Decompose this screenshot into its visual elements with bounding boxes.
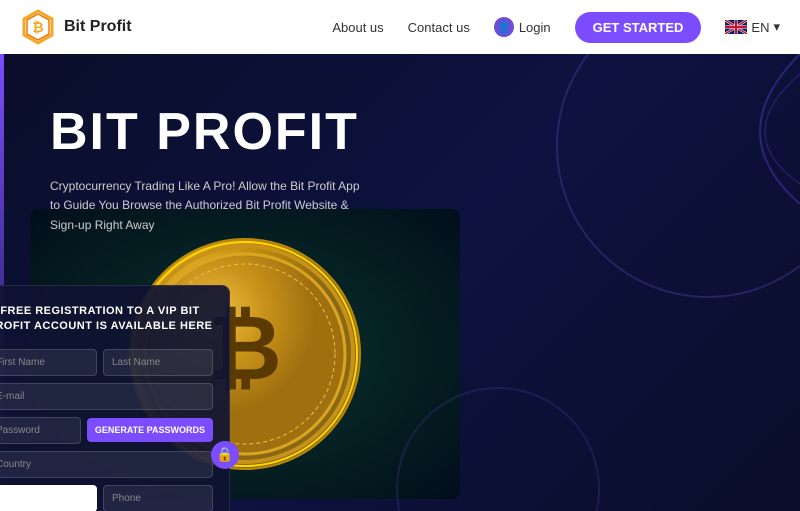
lang-label: EN: [751, 20, 769, 35]
phone-input[interactable]: [103, 485, 213, 511]
last-name-input[interactable]: [103, 349, 213, 376]
hero-content: BIT PROFIT Cryptocurrency Trading Like A…: [0, 54, 460, 265]
password-row: GENERATE PASSWORDS: [0, 417, 213, 444]
country-code-input[interactable]: [0, 485, 97, 511]
email-row: [0, 383, 213, 410]
lock-badge: 🔒: [211, 441, 239, 469]
lang-chevron-icon: ▾: [773, 19, 780, 35]
language-selector[interactable]: EN ▾: [725, 19, 780, 35]
header: ₿ Bit Profit About us Contact us 👤 Login…: [0, 0, 800, 54]
uk-flag-icon: [725, 20, 747, 34]
phone-row: [0, 485, 213, 511]
logo-text: Bit Profit: [64, 18, 132, 36]
password-input[interactable]: [0, 417, 81, 444]
form-title: FREE REGISTRATION TO A VIP BIT PROFIT AC…: [0, 304, 213, 335]
svg-text:₿: ₿: [32, 19, 43, 35]
user-icon: 👤: [494, 17, 514, 37]
nav-contact[interactable]: Contact us: [408, 20, 470, 35]
nav-links: About us Contact us 👤 Login GET STARTED …: [332, 12, 780, 43]
hero-subtitle: Cryptocurrency Trading Like A Pro! Allow…: [50, 177, 370, 235]
logo-icon: ₿: [20, 9, 56, 45]
decorative-curve: [600, 54, 800, 204]
country-row: [0, 451, 213, 478]
nav-about[interactable]: About us: [332, 20, 383, 35]
generate-password-button[interactable]: GENERATE PASSWORDS: [87, 418, 213, 442]
logo-area[interactable]: ₿ Bit Profit: [20, 9, 132, 45]
registration-form: FREE REGISTRATION TO A VIP BIT PROFIT AC…: [0, 285, 230, 511]
first-name-input[interactable]: [0, 349, 97, 376]
login-label: Login: [519, 20, 551, 35]
hero-title: BIT PROFIT: [50, 104, 430, 161]
country-input[interactable]: [0, 451, 213, 478]
name-row: [0, 349, 213, 376]
get-started-button[interactable]: GET STARTED: [575, 12, 702, 43]
nav-login[interactable]: 👤 Login: [494, 17, 551, 37]
email-input[interactable]: [0, 383, 213, 410]
hero-section: BIT PROFIT Cryptocurrency Trading Like A…: [0, 54, 800, 511]
